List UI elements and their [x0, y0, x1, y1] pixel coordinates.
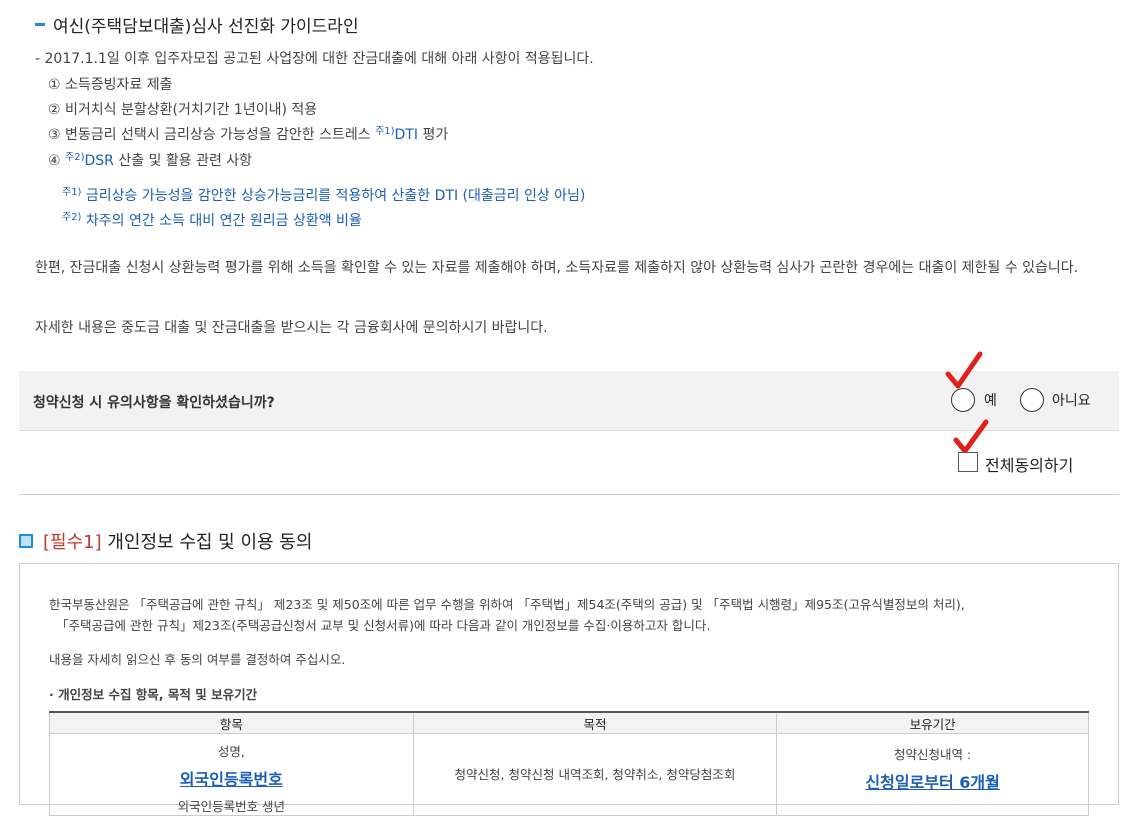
dsr-term: DSR: [84, 153, 114, 169]
table-header-item: 항목: [49, 711, 414, 734]
guideline-title: 여신(주택담보대출)심사 선진화 가이드라인: [35, 12, 359, 37]
table-header-purpose: 목적: [412, 711, 778, 734]
table-header-retention: 보유기간: [776, 711, 1089, 734]
required-tag: [필수1]: [43, 532, 102, 553]
red-checkmark-icon: [945, 351, 983, 389]
guideline-intro: - 2017.1.1일 이후 입주자모집 공고된 사업장에 대한 잔금대출에 대…: [35, 51, 594, 67]
table-cell-item: 성명, 외국인등록번호 외국인등록번호 생년: [49, 733, 414, 816]
income-notice-paragraph: 한편, 잔금대출 신청시 상환능력 평가를 위해 소득을 확인할 수 있는 자료…: [35, 260, 1079, 276]
table-cell-retention: 청약신청내역 : 신청일로부터 6개월: [776, 733, 1089, 816]
section-divider: [19, 494, 1119, 495]
title-dash-icon: [35, 22, 45, 26]
guideline-item-4: ④ 주2)DSR 산출 및 활용 관련 사항: [48, 152, 253, 169]
foreigner-id-link[interactable]: 외국인등록번호: [180, 770, 283, 789]
table-row: 성명, 외국인등록번호 외국인등록번호 생년 청약신청, 청약신청 내역조회, …: [49, 733, 1089, 816]
required-consent-title: [필수1] 개인정보 수집 및 이용 동의: [19, 528, 312, 554]
yes-radio-label[interactable]: 예: [984, 390, 997, 410]
footnote-2: 주2) 차주의 연간 소득 대비 연간 원리금 상환액 비율: [62, 212, 362, 229]
footnote-1: 주1) 금리상승 가능성을 감안한 상승가능금리를 적용하여 산출한 DTI (…: [62, 187, 586, 204]
consent-desc-1: 한국부동산원은 「주택공급에 관한 규칙」 제23조 및 제50조에 따른 업무…: [49, 597, 965, 612]
guideline-item-1: ① 소득증빙자료 제출: [48, 77, 173, 93]
footnote-ref-1: 주1): [375, 126, 395, 137]
no-radio-label[interactable]: 아니요: [1052, 390, 1091, 410]
confirmation-question: 청약신청 시 유의사항을 확인하셨습니까?: [33, 395, 275, 411]
inquiry-paragraph: 자세한 내용은 중도금 대출 및 잔금대출을 받으시는 각 금융회사에 문의하시…: [35, 320, 548, 336]
retention-period-link[interactable]: 신청일로부터 6개월: [865, 773, 999, 792]
consent-desc-3: 내용을 자세히 읽으신 후 동의 여부를 결정하여 주십시오.: [49, 652, 346, 667]
guideline-item-2: ② 비거치식 분할상환(거치기간 1년이내) 적용: [48, 102, 318, 118]
consent-info-table: 항목 목적 보유기간 성명, 외국인등록번호 외국인등록번호 생년 청약신청, …: [49, 711, 1089, 816]
footnote-ref-2: 주2): [65, 152, 85, 163]
guideline-item-3: ③ 변동금리 선택시 금리상승 가능성을 감안한 스트레스 주1)DTI 평가: [48, 126, 449, 143]
dti-term: DTI: [394, 127, 418, 143]
consent-desc-2: 「주택공급에 관한 규칙」제23조(주택공급신청서 교부 및 신청서류)에 따라…: [56, 618, 711, 633]
consent-subheading: · 개인정보 수집 항목, 목적 및 보유기간: [49, 687, 258, 702]
section-square-icon: [19, 534, 33, 548]
agree-all-checkbox[interactable]: [958, 452, 978, 472]
agree-all-label[interactable]: 전체동의하기: [985, 452, 1073, 476]
table-cell-purpose: 청약신청, 청약신청 내역조회, 청약취소, 청약당첨조회: [412, 733, 778, 816]
no-radio[interactable]: [1020, 388, 1044, 412]
